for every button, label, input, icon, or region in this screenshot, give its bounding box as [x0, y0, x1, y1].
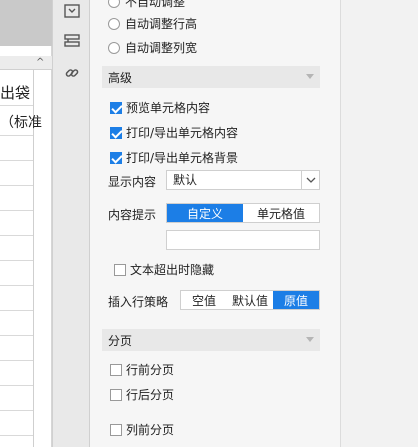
chevron-down-icon[interactable]	[301, 171, 319, 189]
option-original[interactable]: 原值	[273, 291, 319, 309]
content-hint-input[interactable]	[166, 230, 320, 250]
section-paging-header[interactable]: 分页	[102, 329, 320, 351]
checkbox[interactable]	[114, 263, 126, 276]
checkbox[interactable]	[110, 151, 122, 164]
grid-line	[0, 385, 33, 386]
checkbox-label: 打印/导出单元格内容	[126, 126, 239, 140]
column-header-cell[interactable]: 出袋	[0, 82, 30, 103]
properties-panel: 不自动调整 自动调整行高 自动调整列宽 高级 预览单元格内容 打印/导出单元格内…	[90, 0, 340, 447]
grid-line	[0, 435, 33, 436]
checkbox-print-cell-content[interactable]: 打印/导出单元格内容	[110, 124, 238, 141]
radio-button[interactable]	[108, 17, 120, 30]
section-advanced-header[interactable]: 高级	[102, 66, 320, 88]
checkbox-preview-cell-content[interactable]: 预览单元格内容	[110, 99, 210, 116]
radio-auto-column-width[interactable]: 自动调整列宽	[108, 39, 197, 56]
grid-line	[0, 310, 33, 311]
checkbox-page-after-row[interactable]: 行后分页	[110, 386, 174, 403]
grid-line	[0, 185, 33, 186]
option-custom[interactable]: 自定义	[167, 204, 243, 222]
grid-line	[0, 360, 33, 361]
checkbox[interactable]	[110, 388, 122, 401]
grid-line	[0, 335, 33, 336]
checkbox-label: 打印/导出单元格背景	[126, 151, 239, 165]
option-empty[interactable]: 空值	[181, 291, 227, 309]
tool-strip	[52, 0, 90, 447]
layers-icon[interactable]	[61, 30, 83, 52]
content-hint-label: 内容提示	[108, 208, 157, 222]
scroll-up-icon[interactable]: ^	[36, 58, 48, 68]
checkbox-page-before-row[interactable]: 行前分页	[110, 361, 174, 378]
checkbox-page-before-column[interactable]: 列前分页	[110, 421, 174, 438]
checkbox[interactable]	[110, 423, 122, 436]
grid-line	[0, 410, 33, 411]
grid-line	[0, 160, 33, 161]
checkbox-label: 文本超出时隐藏	[130, 263, 215, 277]
chevron-down-icon	[306, 74, 314, 79]
spreadsheet-area[interactable]: ^ 出袋 （标准	[0, 0, 52, 447]
checkbox-hide-overflow[interactable]: 文本超出时隐藏	[114, 261, 214, 278]
checkbox-label: 预览单元格内容	[126, 101, 211, 115]
chevron-down-icon	[306, 337, 314, 342]
checkbox[interactable]	[110, 101, 122, 114]
section-title: 高级	[108, 70, 133, 85]
link-icon[interactable]	[61, 62, 83, 84]
option-cell-value[interactable]: 单元格值	[243, 204, 319, 222]
grid-line	[0, 235, 33, 236]
insert-policy-toggle[interactable]: 空值 默认值 原值	[180, 290, 320, 310]
radio-button[interactable]	[108, 41, 120, 54]
grid-line	[0, 260, 33, 261]
grid-line	[0, 285, 33, 286]
radio-button[interactable]	[108, 0, 120, 8]
sheet-top-bar	[0, 0, 52, 46]
grid-line	[0, 105, 33, 106]
select-value: 默认	[173, 173, 198, 187]
checkbox[interactable]	[110, 126, 122, 139]
radio-label: 不自动调整	[125, 0, 186, 9]
radio-label: 自动调整行高	[125, 17, 198, 31]
radio-label: 自动调整列宽	[125, 41, 198, 55]
checkbox-label: 行前分页	[126, 363, 175, 377]
section-title: 分页	[108, 333, 133, 348]
checkbox-label: 行后分页	[126, 388, 175, 402]
option-default[interactable]: 默认值	[227, 291, 273, 309]
insert-policy-label: 插入行策略	[108, 295, 169, 309]
column-subheader-cell[interactable]: （标准	[0, 112, 42, 132]
grid-line	[0, 135, 33, 136]
checkbox-print-cell-background[interactable]: 打印/导出单元格背景	[110, 149, 238, 166]
display-content-select[interactable]: 默认	[166, 170, 320, 190]
content-hint-toggle[interactable]: 自定义 单元格值	[166, 203, 320, 223]
right-empty-area	[340, 0, 418, 447]
checkbox-label: 列前分页	[126, 423, 175, 437]
grid-line	[0, 210, 33, 211]
display-content-label: 显示内容	[108, 175, 157, 189]
panel-collapse-icon[interactable]	[61, 0, 83, 22]
checkbox[interactable]	[110, 363, 122, 376]
radio-no-auto-resize[interactable]: 不自动调整	[108, 0, 185, 10]
radio-auto-row-height[interactable]: 自动调整行高	[108, 15, 197, 32]
